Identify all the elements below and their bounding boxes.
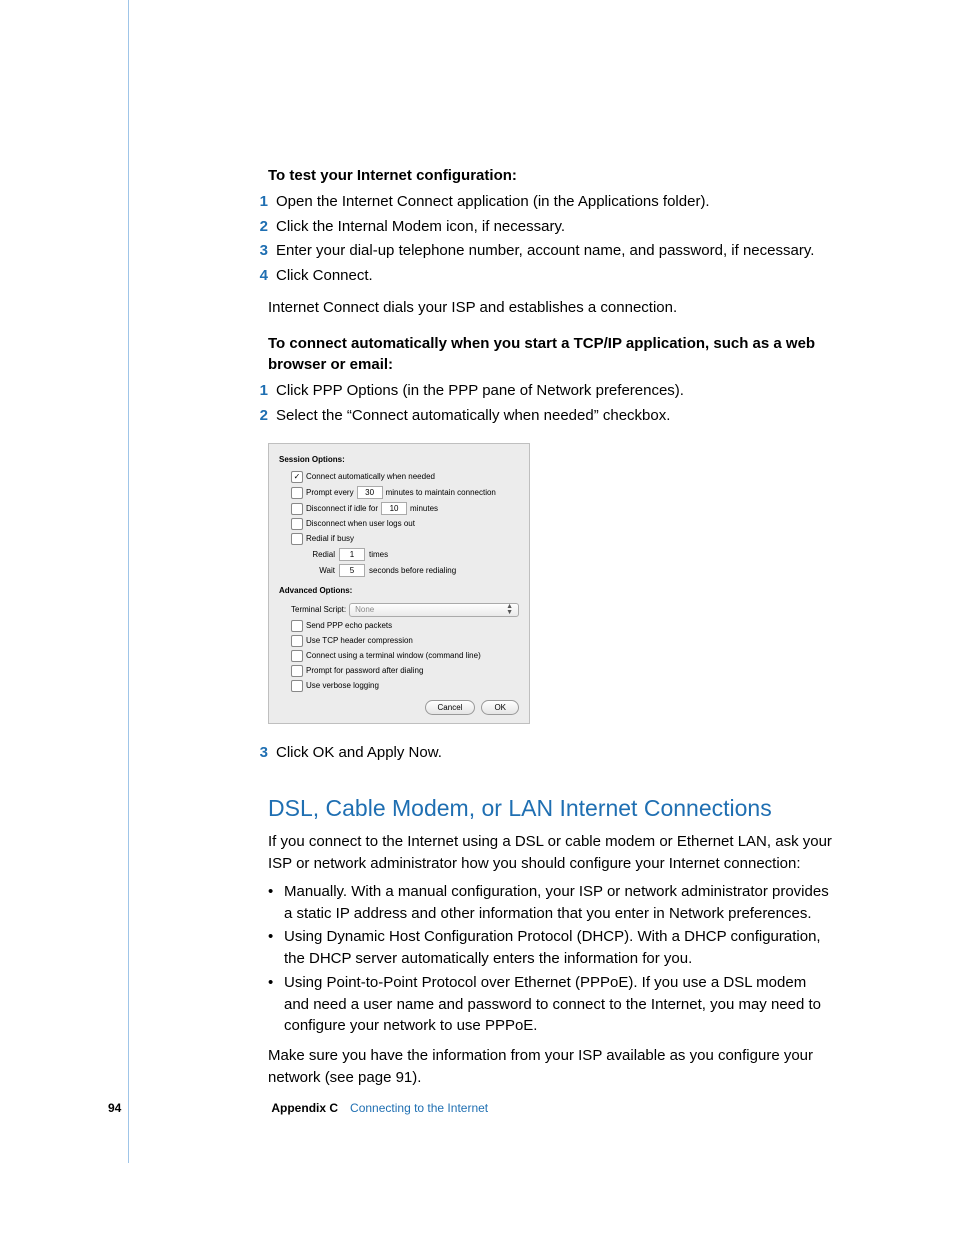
step-text: Click Connect.: [276, 265, 834, 287]
input-wait-seconds[interactable]: 5: [339, 564, 365, 577]
updown-icon: ▲▼: [506, 604, 513, 616]
step-number: 1: [248, 191, 276, 213]
subheading-test-config: To test your Internet configuration:: [268, 165, 834, 187]
cb-label: Use verbose logging: [306, 680, 379, 692]
checkbox-connect-terminal[interactable]: [291, 650, 303, 662]
advanced-options-title: Advanced Options:: [279, 585, 519, 597]
input-idle-minutes[interactable]: 10: [381, 502, 407, 515]
step-text: Click OK and Apply Now.: [276, 742, 834, 764]
redial-unit: times: [369, 549, 388, 561]
cb-label: minutes to maintain connection: [386, 487, 496, 499]
checkbox-prompt-every[interactable]: [291, 487, 303, 499]
page-footer: 94 Appendix C Connecting to the Internet: [108, 1101, 488, 1115]
cb-label: Use TCP header compression: [306, 635, 413, 647]
cb-label: Prompt every: [306, 487, 354, 499]
paragraph: If you connect to the Internet using a D…: [268, 831, 834, 875]
page-number: 94: [108, 1101, 121, 1115]
ok-button[interactable]: OK: [481, 700, 519, 716]
cb-label: Connect automatically when needed: [306, 471, 435, 483]
bullet-dot: •: [268, 926, 284, 970]
cb-label: Disconnect when user logs out: [306, 518, 415, 530]
terminal-script-label: Terminal Script:: [291, 604, 346, 616]
step-text: Select the “Connect automatically when n…: [276, 405, 834, 427]
steps-list-2: 1Click PPP Options (in the PPP pane of N…: [268, 380, 834, 427]
step-text: Click the Internal Modem icon, if necess…: [276, 216, 834, 238]
checkbox-connect-auto[interactable]: ✓: [291, 471, 303, 483]
cb-label: Redial if busy: [306, 533, 354, 545]
checkbox-disconnect-idle[interactable]: [291, 503, 303, 515]
cancel-button[interactable]: Cancel: [425, 700, 476, 716]
cb-label: minutes: [410, 503, 438, 515]
checkbox-send-echo[interactable]: [291, 620, 303, 632]
bullet-text: Manually. With a manual configuration, y…: [284, 881, 834, 925]
step-number: 2: [248, 216, 276, 238]
paragraph: Internet Connect dials your ISP and esta…: [268, 297, 834, 319]
redial-label: Redial: [307, 549, 335, 561]
checkbox-prompt-password[interactable]: [291, 665, 303, 677]
steps-list-1: 1Open the Internet Connect application (…: [268, 191, 834, 287]
step-number: 4: [248, 265, 276, 287]
subheading-connect-auto: To connect automatically when you start …: [268, 333, 834, 377]
appendix-label: Appendix C: [271, 1101, 338, 1115]
step-number: 3: [248, 240, 276, 262]
bullet-text: Using Point-to-Point Protocol over Ether…: [284, 972, 834, 1037]
chapter-title: Connecting to the Internet: [350, 1101, 488, 1115]
cb-label: Connect using a terminal window (command…: [306, 650, 481, 662]
terminal-script-select[interactable]: None ▲▼: [349, 603, 519, 617]
step-number: 2: [248, 405, 276, 427]
select-value: None: [355, 604, 374, 616]
session-options-title: Session Options:: [279, 454, 519, 466]
ppp-options-dialog: Session Options: ✓ Connect automatically…: [268, 443, 530, 725]
input-prompt-minutes[interactable]: 30: [357, 486, 383, 499]
checkbox-tcp-header[interactable]: [291, 635, 303, 647]
step-text: Open the Internet Connect application (i…: [276, 191, 834, 213]
cb-label: Send PPP echo packets: [306, 620, 392, 632]
bullet-dot: •: [268, 972, 284, 1037]
step-text: Enter your dial-up telephone number, acc…: [276, 240, 834, 262]
wait-unit: seconds before redialing: [369, 565, 456, 577]
step-number: 1: [248, 380, 276, 402]
wait-label: Wait: [307, 565, 335, 577]
checkbox-disconnect-logout[interactable]: [291, 518, 303, 530]
steps-list-3: 3Click OK and Apply Now.: [268, 742, 834, 764]
section-heading-dsl: DSL, Cable Modem, or LAN Internet Connec…: [268, 792, 834, 825]
page-margin-rule: [128, 0, 129, 1163]
cb-label: Disconnect if idle for: [306, 503, 378, 515]
bullet-list: •Manually. With a manual configuration, …: [268, 881, 834, 1037]
input-redial-times[interactable]: 1: [339, 548, 365, 561]
step-number: 3: [248, 742, 276, 764]
checkbox-redial-busy[interactable]: [291, 533, 303, 545]
step-text: Click PPP Options (in the PPP pane of Ne…: [276, 380, 834, 402]
cb-label: Prompt for password after dialing: [306, 665, 423, 677]
checkbox-verbose-logging[interactable]: [291, 680, 303, 692]
bullet-dot: •: [268, 881, 284, 925]
bullet-text: Using Dynamic Host Configuration Protoco…: [284, 926, 834, 970]
paragraph: Make sure you have the information from …: [268, 1045, 834, 1089]
